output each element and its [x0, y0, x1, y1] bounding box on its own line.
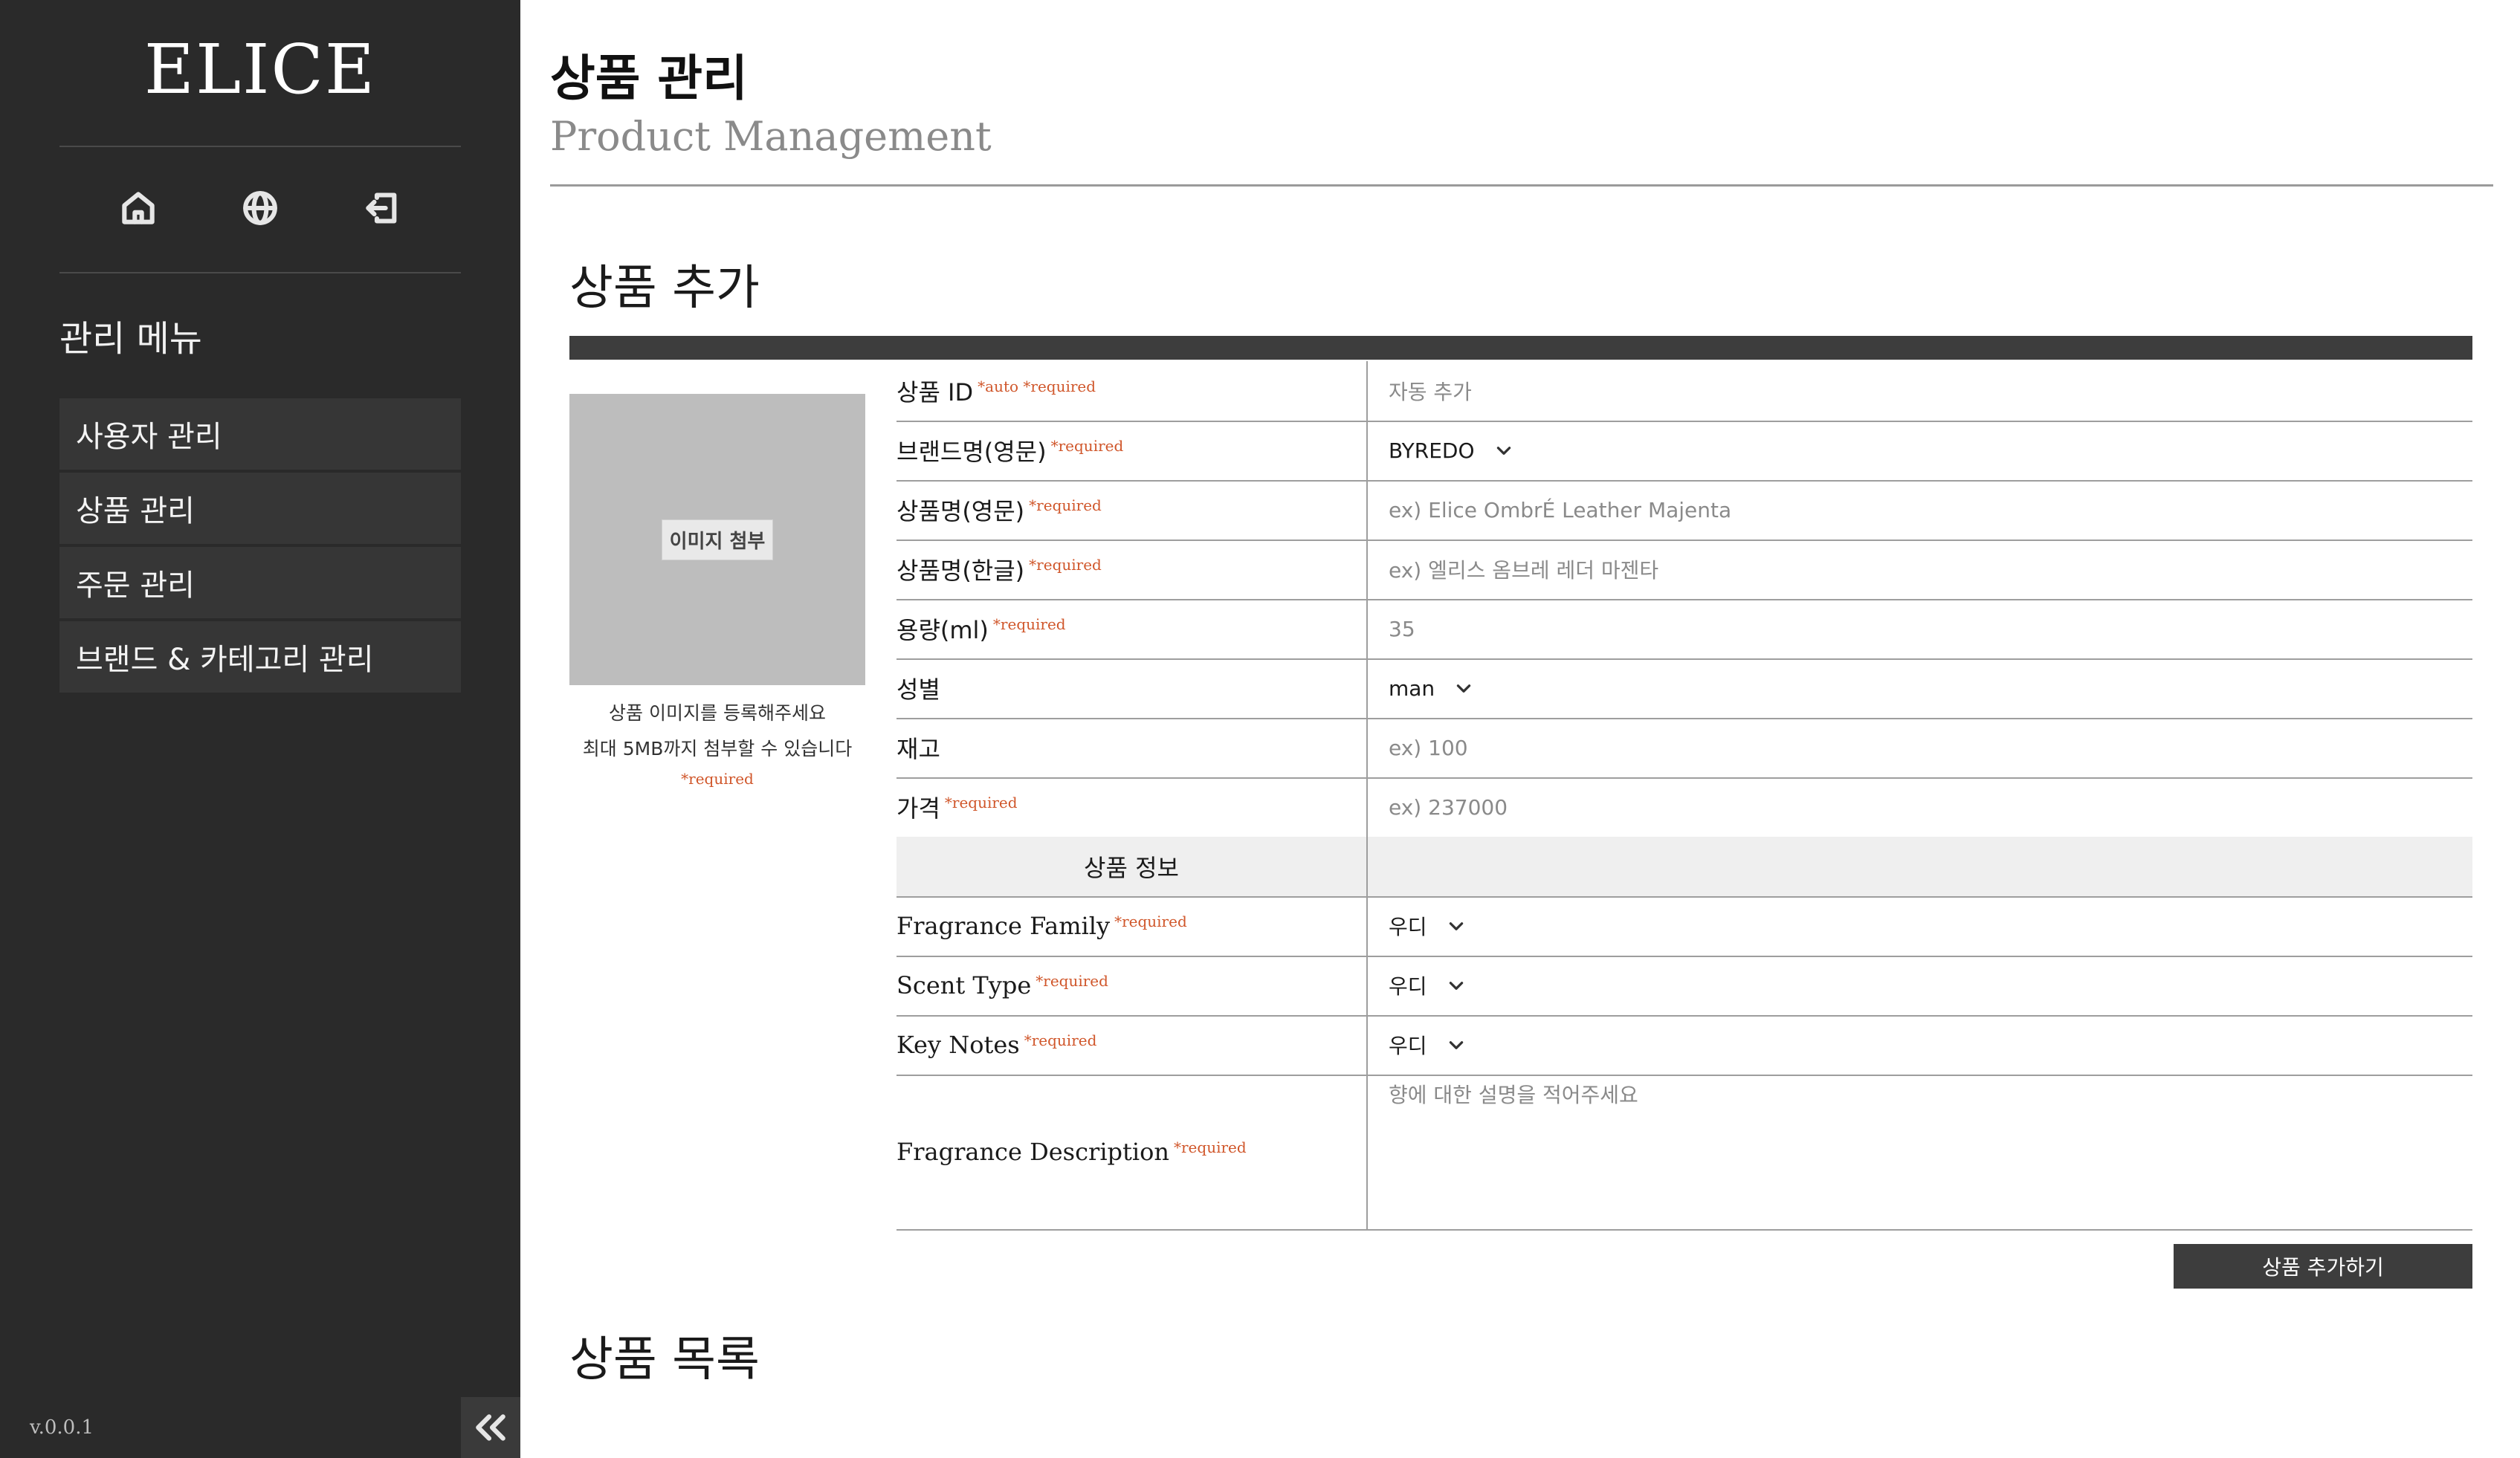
form-row-fragrance-family: Fragrance Family *required 우디 — [896, 896, 2472, 957]
field-label: 브랜드명(영문) *required — [896, 421, 1368, 480]
field-label: 상품명(한글) *required — [896, 540, 1368, 599]
sidebar-item-orders[interactable]: 주문 관리 — [59, 547, 461, 618]
globe-icon[interactable] — [233, 181, 287, 235]
price-input[interactable]: ex) 237000 — [1368, 777, 2472, 837]
product-id-field: 자동 추가 — [1389, 380, 1472, 404]
sidebar: ELICE 관리 메뉴 사용자 관리 상품 관리 주문 관리 브랜드 & 카테고… — [0, 0, 520, 1458]
image-required-tag: *required — [681, 770, 754, 788]
scent-type-select[interactable]: 우디 — [1368, 956, 2472, 1015]
sidebar-divider — [59, 272, 461, 273]
page-title: 상품 관리 — [550, 50, 748, 107]
volume-input[interactable]: 35 — [1368, 599, 2472, 658]
chevron-down-icon — [1449, 1041, 1463, 1049]
sidebar-item-products[interactable]: 상품 관리 — [59, 473, 461, 544]
field-label: 재고 — [896, 718, 1368, 777]
form-row-scent-type: Scent Type *required 우디 — [896, 956, 2472, 1017]
logout-icon[interactable] — [355, 181, 409, 235]
chevron-down-icon — [1449, 922, 1463, 930]
form-row-name-ko: 상품명(한글) *required ex) 엘리스 옴브레 레더 마젠타 — [896, 540, 2472, 600]
chevron-down-icon — [1456, 684, 1471, 693]
form-row-brand: 브랜드명(영문) *required BYREDO — [896, 421, 2472, 482]
image-size-caption: 최대 5MB까지 첨부할 수 있습니다 — [582, 738, 853, 759]
field-label: Fragrance Family *required — [896, 896, 1368, 956]
form-row-product-id: 상품 ID *auto *required 자동 추가 — [896, 361, 2472, 422]
field-label: 상품 ID *auto *required — [896, 361, 1368, 421]
key-notes-select[interactable]: 우디 — [1368, 1015, 2472, 1075]
brand-select[interactable]: BYREDO — [1368, 421, 2472, 480]
product-list-title: 상품 목록 — [569, 1332, 760, 1387]
chevron-down-icon — [1449, 982, 1463, 990]
collapse-sidebar-button[interactable] — [461, 1397, 520, 1458]
form-row-description: Fragrance Description *required 향에 대한 설명을… — [896, 1075, 2472, 1231]
image-upload-area[interactable]: 이미지 첨부 — [569, 394, 865, 685]
add-product-title: 상품 추가 — [569, 261, 760, 316]
gender-select[interactable]: man — [1368, 658, 2472, 718]
home-icon[interactable] — [112, 181, 165, 235]
form-row-name-en: 상품명(영문) *required ex) Elice OmbrÉ Leather… — [896, 480, 2472, 541]
field-label: Key Notes *required — [896, 1015, 1368, 1075]
product-name-en-input[interactable]: ex) Elice OmbrÉ Leather Majenta — [1368, 480, 2472, 540]
header-divider — [550, 184, 2493, 187]
menu-heading: 관리 메뉴 — [59, 318, 202, 360]
page-subtitle: Product Management — [550, 113, 992, 160]
sidebar-divider — [59, 146, 461, 147]
attach-image-button[interactable]: 이미지 첨부 — [661, 519, 774, 560]
app-version: v.0.0.1 — [30, 1416, 94, 1439]
product-info-header: 상품 정보 — [896, 837, 1368, 896]
field-label: 성별 — [896, 658, 1368, 718]
form-header-bar — [569, 336, 2472, 360]
form-row-info-header: 상품 정보 — [896, 837, 2472, 898]
sidebar-item-brands-categories[interactable]: 브랜드 & 카테고리 관리 — [59, 621, 461, 693]
form-row-key-notes: Key Notes *required 우디 — [896, 1015, 2472, 1076]
sidebar-item-users[interactable]: 사용자 관리 — [59, 398, 461, 470]
fragrance-family-select[interactable]: 우디 — [1368, 896, 2472, 956]
form-row-price: 가격 *required ex) 237000 — [896, 777, 2472, 838]
form-row-gender: 성별 man — [896, 658, 2472, 719]
field-label: 상품명(영문) *required — [896, 480, 1368, 540]
info-header-spacer — [1368, 837, 2472, 896]
product-name-ko-input[interactable]: ex) 엘리스 옴브레 레더 마젠타 — [1368, 540, 2472, 599]
stock-input[interactable]: ex) 100 — [1368, 718, 2472, 777]
field-label: 가격 *required — [896, 777, 1368, 837]
description-textarea[interactable]: 향에 대한 설명을 적어주세요 — [1368, 1075, 2472, 1229]
form-row-stock: 재고 ex) 100 — [896, 718, 2472, 779]
sidebar-menu: 사용자 관리 상품 관리 주문 관리 브랜드 & 카테고리 관리 — [59, 398, 461, 696]
sidebar-icon-bar — [112, 181, 409, 235]
field-label: Scent Type *required — [896, 956, 1368, 1015]
add-product-button[interactable]: 상품 추가하기 — [2174, 1244, 2472, 1289]
field-label: 용량(ml) *required — [896, 599, 1368, 658]
form-row-volume: 용량(ml) *required 35 — [896, 599, 2472, 660]
image-caption: 상품 이미지를 등록해주세요 — [609, 702, 826, 724]
field-label: Fragrance Description *required — [896, 1075, 1368, 1229]
double-chevron-left-icon — [476, 1414, 505, 1441]
chevron-down-icon — [1496, 447, 1511, 455]
app-logo[interactable]: ELICE — [0, 30, 520, 109]
